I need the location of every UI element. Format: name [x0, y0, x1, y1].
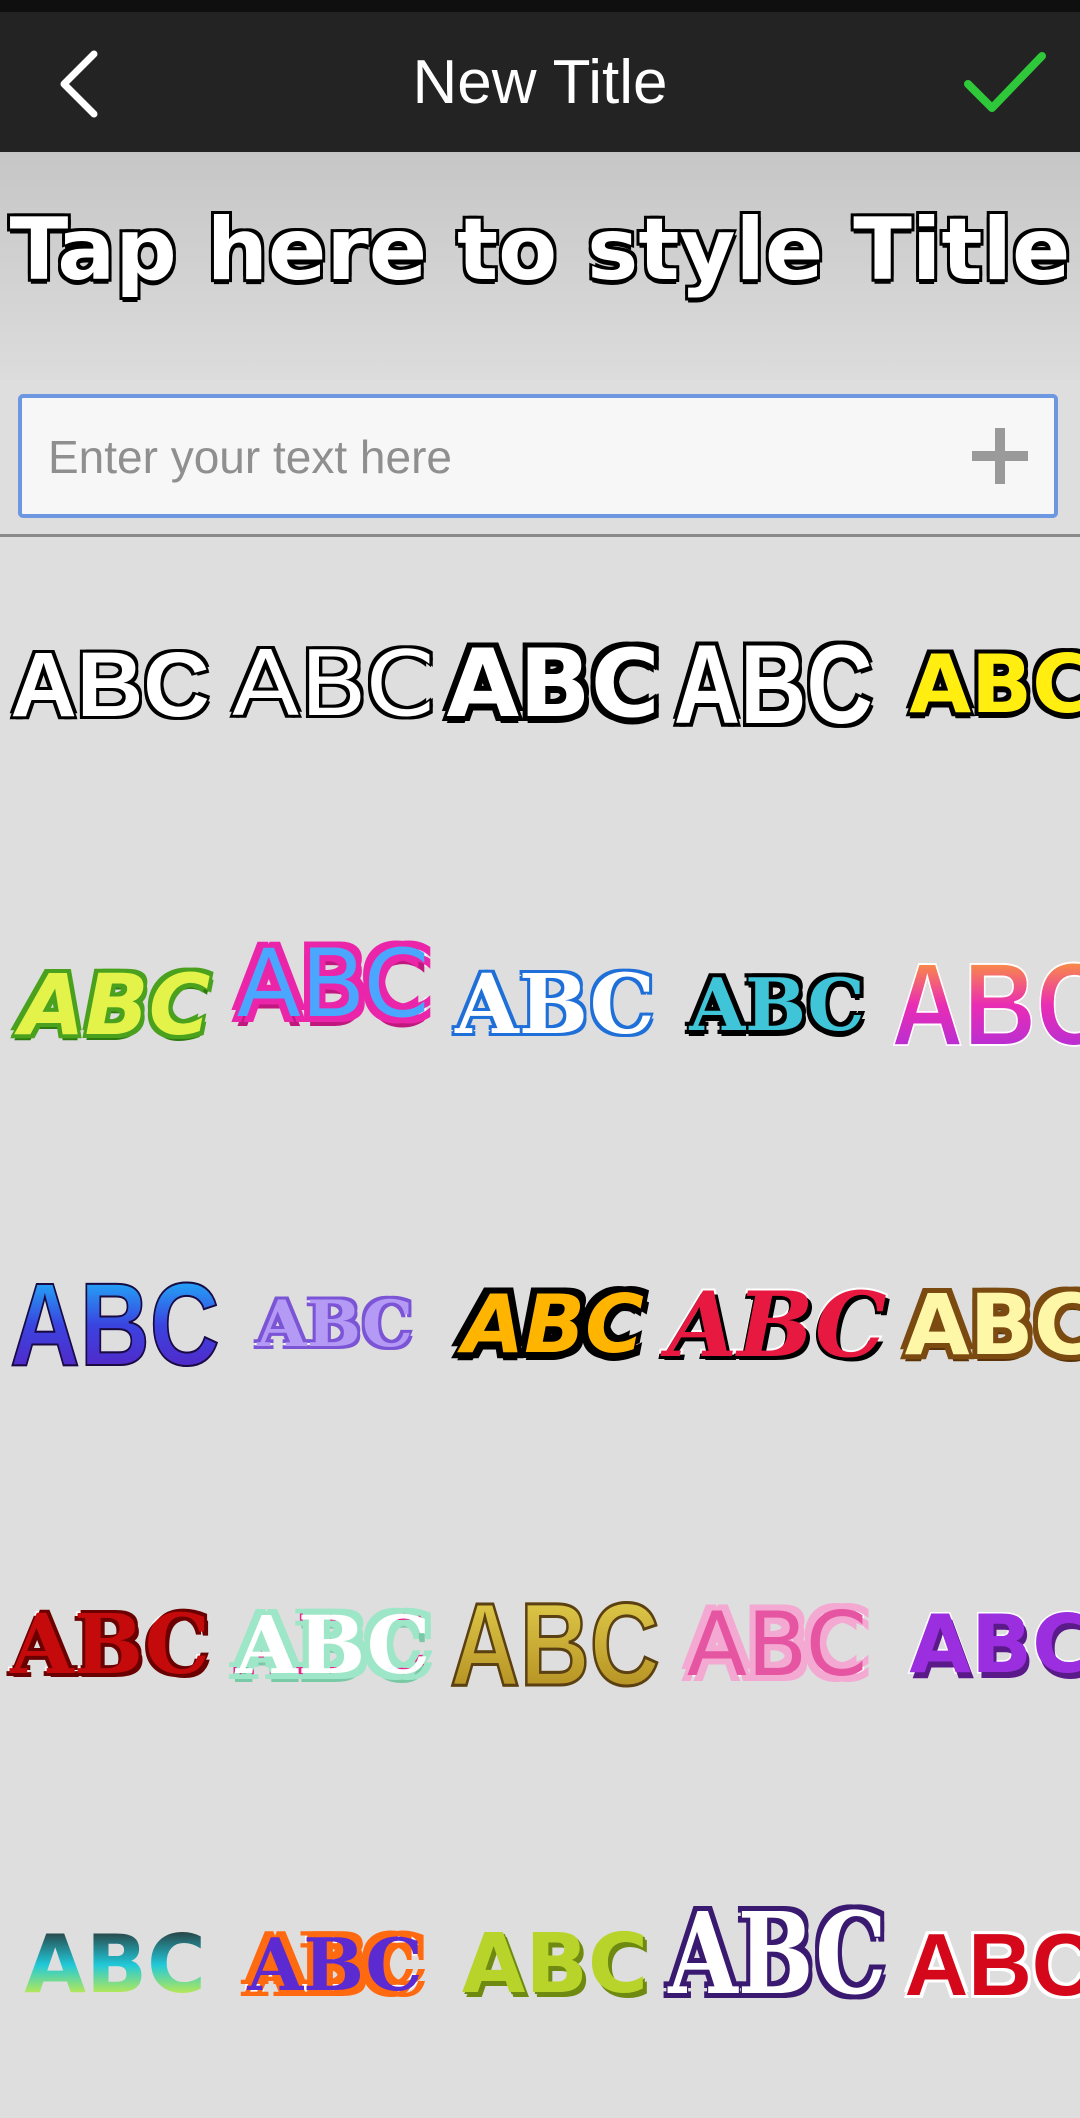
- title-preview-text[interactable]: Tap here to style Title: [0, 199, 1080, 302]
- style-sample-text: ABC: [230, 632, 436, 737]
- status-bar: [0, 0, 1080, 12]
- back-button[interactable]: [30, 34, 130, 134]
- title-style-option[interactable]: ABC: [10, 920, 220, 1090]
- confirm-button[interactable]: [950, 34, 1060, 134]
- style-sample-text: ABC: [687, 962, 866, 1047]
- title-style-option[interactable]: ABC: [5, 600, 215, 770]
- screen-title: New Title: [412, 47, 668, 117]
- title-style-option[interactable]: ABC: [449, 1560, 661, 1730]
- style-sample-text: ABC: [665, 1272, 888, 1378]
- plus-icon: [972, 428, 1028, 484]
- style-sample-text: ABC: [890, 945, 1080, 1065]
- title-style-option[interactable]: ABC: [228, 1560, 438, 1730]
- style-sample-text: ABC: [454, 957, 657, 1053]
- style-sample-text: ABC: [667, 1889, 888, 2020]
- title-style-option[interactable]: ABC: [5, 1560, 215, 1730]
- divider: [0, 534, 1080, 537]
- style-sample-text: ABC: [685, 1593, 868, 1696]
- title-style-option[interactable]: ABC: [230, 1240, 440, 1410]
- title-style-option[interactable]: ABC: [895, 600, 1080, 770]
- title-style-option[interactable]: ABC: [895, 1240, 1080, 1410]
- style-row: ABC ABC ABC ABC ABC: [0, 600, 1080, 800]
- style-sample-text: ABC: [246, 1922, 424, 2007]
- title-style-option[interactable]: ABC: [672, 1560, 882, 1730]
- title-style-option[interactable]: ABC: [448, 1240, 658, 1410]
- style-sample-text: ABC: [444, 630, 662, 739]
- style-sample-text: ABC: [9, 1259, 220, 1391]
- title-style-option[interactable]: ABC: [228, 600, 438, 770]
- title-style-option[interactable]: ABC: [230, 1880, 440, 2050]
- title-style-option[interactable]: ABC: [9, 1240, 220, 1410]
- chevron-left-icon: [60, 50, 98, 118]
- style-sample-text: ABC: [672, 622, 874, 747]
- style-sample-text: ABC: [8, 634, 211, 736]
- style-row: ABC ABC ABC ABC ABC: [0, 1560, 1080, 1760]
- title-editor-screen: New Title Tap here to style Title ABC AB…: [0, 0, 1080, 2118]
- style-sample-text: ABC: [24, 1918, 206, 2011]
- style-row: ABC ABC ABC ABC ABC: [0, 1880, 1080, 2080]
- top-app-bar: New Title: [0, 12, 1080, 152]
- checkmark-icon: [964, 52, 1046, 112]
- title-style-option[interactable]: ABC: [450, 1880, 660, 2050]
- title-style-option[interactable]: ABC: [895, 1880, 1080, 2050]
- style-sample-text: ABC: [9, 1597, 212, 1693]
- title-style-option[interactable]: ABC: [672, 920, 882, 1090]
- style-sample-text: ABC: [907, 638, 1080, 731]
- title-style-grid: ABC ABC ABC ABC ABC ABC ABC ABC ABC AB A…: [0, 540, 1080, 2118]
- text-input-container: [18, 394, 1058, 518]
- title-style-option[interactable]: ABC: [667, 1870, 888, 2040]
- style-row: ABC ABC ABC ABC ABC: [0, 920, 1080, 1120]
- title-style-option[interactable]: ABC: [890, 920, 1080, 1090]
- style-sample-text: ABC: [234, 1598, 432, 1692]
- title-style-option[interactable]: ABC: [665, 1240, 888, 1410]
- style-sample-text: ABC: [18, 956, 213, 1054]
- style-sample-text: ABC: [235, 930, 432, 1039]
- style-sample-text: ABC: [460, 1278, 646, 1371]
- title-style-option[interactable]: ABC: [450, 920, 660, 1090]
- style-sample-text: ABC: [256, 1287, 415, 1362]
- style-sample-text: ABC: [908, 1598, 1080, 1691]
- title-style-option[interactable]: ABC: [444, 600, 662, 770]
- add-text-button[interactable]: [964, 420, 1036, 492]
- title-style-option[interactable]: ABC: [228, 900, 438, 1070]
- style-sample-text: ABC: [461, 1917, 649, 2012]
- style-sample-text: ABC: [903, 1276, 1080, 1374]
- title-style-option[interactable]: ABC: [668, 600, 878, 770]
- title-style-option[interactable]: ABC: [10, 1880, 220, 2050]
- title-text-input[interactable]: [46, 398, 950, 516]
- title-style-option[interactable]: ABC: [895, 1560, 1080, 1730]
- style-sample-text: ABC: [449, 1579, 661, 1711]
- title-preview-area[interactable]: Tap here to style Title: [0, 152, 1080, 380]
- style-sample-text: ABC: [903, 1915, 1080, 2014]
- style-row: ABC ABC ABC ABC ABC: [0, 1240, 1080, 1440]
